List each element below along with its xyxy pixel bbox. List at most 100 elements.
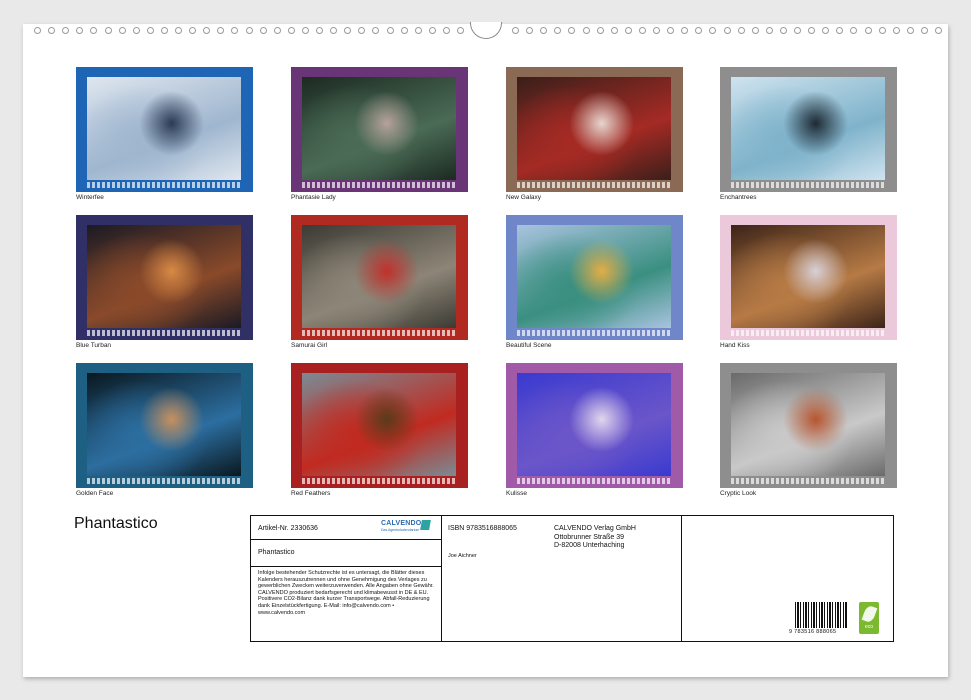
thumbnail-calendar-strip bbox=[302, 330, 456, 336]
month-thumbnail: Cryptic Look bbox=[720, 363, 897, 497]
thumbnail-frame bbox=[506, 67, 683, 192]
thumbnail-caption: Kulisse bbox=[506, 490, 527, 497]
thumbnail-caption: Hand Kiss bbox=[720, 342, 750, 349]
isbn-barcode bbox=[795, 602, 847, 628]
binding-ring bbox=[779, 27, 787, 34]
article-number: Artikel-Nr. 2330636 bbox=[258, 525, 318, 532]
thumbnail-photo bbox=[731, 225, 885, 328]
thumbnail-frame bbox=[720, 67, 897, 192]
thumbnail-frame bbox=[76, 363, 253, 488]
eco-badge: eco bbox=[859, 602, 879, 634]
thumbnail-photo bbox=[517, 77, 671, 180]
thumbnail-frame bbox=[76, 215, 253, 340]
binding-ring bbox=[765, 27, 773, 34]
leaf-icon bbox=[861, 604, 877, 624]
month-thumbnail: Phantasie Lady bbox=[291, 67, 468, 201]
binding-ring bbox=[386, 27, 394, 34]
thumbnail-caption: Beautiful Scene bbox=[506, 342, 552, 349]
binding-ring bbox=[906, 27, 914, 34]
author: Joe Aichner bbox=[448, 553, 477, 559]
thumbnail-calendar-strip bbox=[731, 182, 885, 188]
thumbnail-frame bbox=[291, 67, 468, 192]
binding-ring bbox=[935, 27, 942, 34]
binding-ring bbox=[245, 27, 253, 34]
thumbnail-calendar-strip bbox=[87, 182, 241, 188]
binding-ring bbox=[751, 27, 759, 34]
thumbnail-calendar-strip bbox=[302, 478, 456, 484]
binding-ring bbox=[512, 27, 519, 34]
thumbnail-calendar-strip bbox=[302, 182, 456, 188]
binding-ring bbox=[175, 27, 182, 34]
calvendo-logo: CALVENDO Das Agenturkalendarium bbox=[381, 520, 433, 534]
binding-ring bbox=[287, 27, 295, 34]
month-thumbnail: Kulisse bbox=[506, 363, 683, 497]
binding-ring bbox=[414, 27, 422, 34]
thumbnail-caption: Samurai Girl bbox=[291, 342, 328, 349]
month-thumbnail: Enchantrees bbox=[720, 67, 897, 201]
isbn: ISBN 9783516888065 bbox=[448, 525, 517, 532]
binding-ring bbox=[457, 27, 464, 34]
thumbnail-caption: Enchantrees bbox=[720, 194, 757, 201]
thumbnail-calendar-strip bbox=[517, 478, 671, 484]
thumbnail-photo bbox=[731, 373, 885, 476]
thumbnail-caption: Red Feathers bbox=[291, 490, 331, 497]
thumbnail-calendar-strip bbox=[731, 330, 885, 336]
binding-ring bbox=[737, 27, 745, 34]
thumbnail-calendar-strip bbox=[87, 478, 241, 484]
binding-ring bbox=[160, 27, 168, 34]
binding-ring bbox=[653, 27, 660, 34]
month-thumbnail: Hand Kiss bbox=[720, 215, 897, 349]
info-column-right: 9 783516 888065 eco bbox=[681, 516, 893, 641]
thumbnail-caption: New Galaxy bbox=[506, 194, 542, 201]
thumbnail-calendar-strip bbox=[517, 330, 671, 336]
binding-ring bbox=[723, 27, 731, 34]
binding-ring bbox=[920, 27, 928, 34]
binding-ring bbox=[794, 27, 801, 34]
thumbnail-calendar-strip bbox=[731, 478, 885, 484]
binding-ring bbox=[259, 27, 267, 34]
thumbnail-frame bbox=[76, 67, 253, 192]
thumbnail-frame bbox=[291, 363, 468, 488]
thumbnail-caption: Golden Face bbox=[76, 490, 114, 497]
info-box: Artikel-Nr. 2330636 CALVENDO Das Agentur… bbox=[250, 515, 894, 642]
thumbnail-caption: Blue Turban bbox=[76, 342, 112, 349]
info-column-left: Artikel-Nr. 2330636 CALVENDO Das Agentur… bbox=[251, 516, 442, 641]
thumbnail-photo bbox=[87, 225, 241, 328]
binding-ring bbox=[878, 27, 886, 34]
calvendo-mark-icon bbox=[420, 520, 431, 530]
thumbnail-frame bbox=[506, 215, 683, 340]
calendar-title: Phantastico bbox=[74, 515, 158, 532]
thumbnail-photo bbox=[517, 373, 671, 476]
thumbnail-frame bbox=[506, 363, 683, 488]
month-thumbnail: Winterfee bbox=[76, 67, 253, 201]
thumbnail-frame bbox=[720, 215, 897, 340]
thumbnail-photo bbox=[302, 225, 456, 328]
thumbnail-photo bbox=[302, 373, 456, 476]
binding-ring bbox=[34, 27, 41, 34]
binding-ring bbox=[146, 27, 154, 34]
thumbnail-photo bbox=[87, 373, 241, 476]
info-column-middle: ISBN 9783516888065 Joe Aichner CALVENDO … bbox=[441, 516, 682, 641]
thumbnail-photo bbox=[302, 77, 456, 180]
publisher-address: CALVENDO Verlag GmbH Ottobrunner Straße … bbox=[554, 525, 636, 549]
binding-ring bbox=[442, 27, 450, 34]
binding-ring bbox=[118, 27, 126, 34]
binding-ring bbox=[864, 27, 872, 34]
binding-ring bbox=[316, 27, 323, 34]
month-thumbnail: Red Feathers bbox=[291, 363, 468, 497]
thumbnail-frame bbox=[720, 363, 897, 488]
thumbnail-caption: Winterfee bbox=[76, 194, 104, 201]
binding-ring bbox=[610, 27, 618, 34]
thumbnail-caption: Phantasie Lady bbox=[291, 194, 336, 201]
month-thumbnail: Golden Face bbox=[76, 363, 253, 497]
thumbnail-photo bbox=[517, 225, 671, 328]
binding-ring bbox=[638, 27, 646, 34]
thumbnail-frame bbox=[291, 215, 468, 340]
thumbnail-photo bbox=[731, 77, 885, 180]
thumbnail-calendar-strip bbox=[87, 330, 241, 336]
binding-ring bbox=[624, 27, 632, 34]
info-title: Phantastico bbox=[258, 549, 295, 556]
month-thumbnail: Blue Turban bbox=[76, 215, 253, 349]
binding-ring bbox=[582, 27, 590, 34]
binding-ring bbox=[104, 27, 112, 34]
